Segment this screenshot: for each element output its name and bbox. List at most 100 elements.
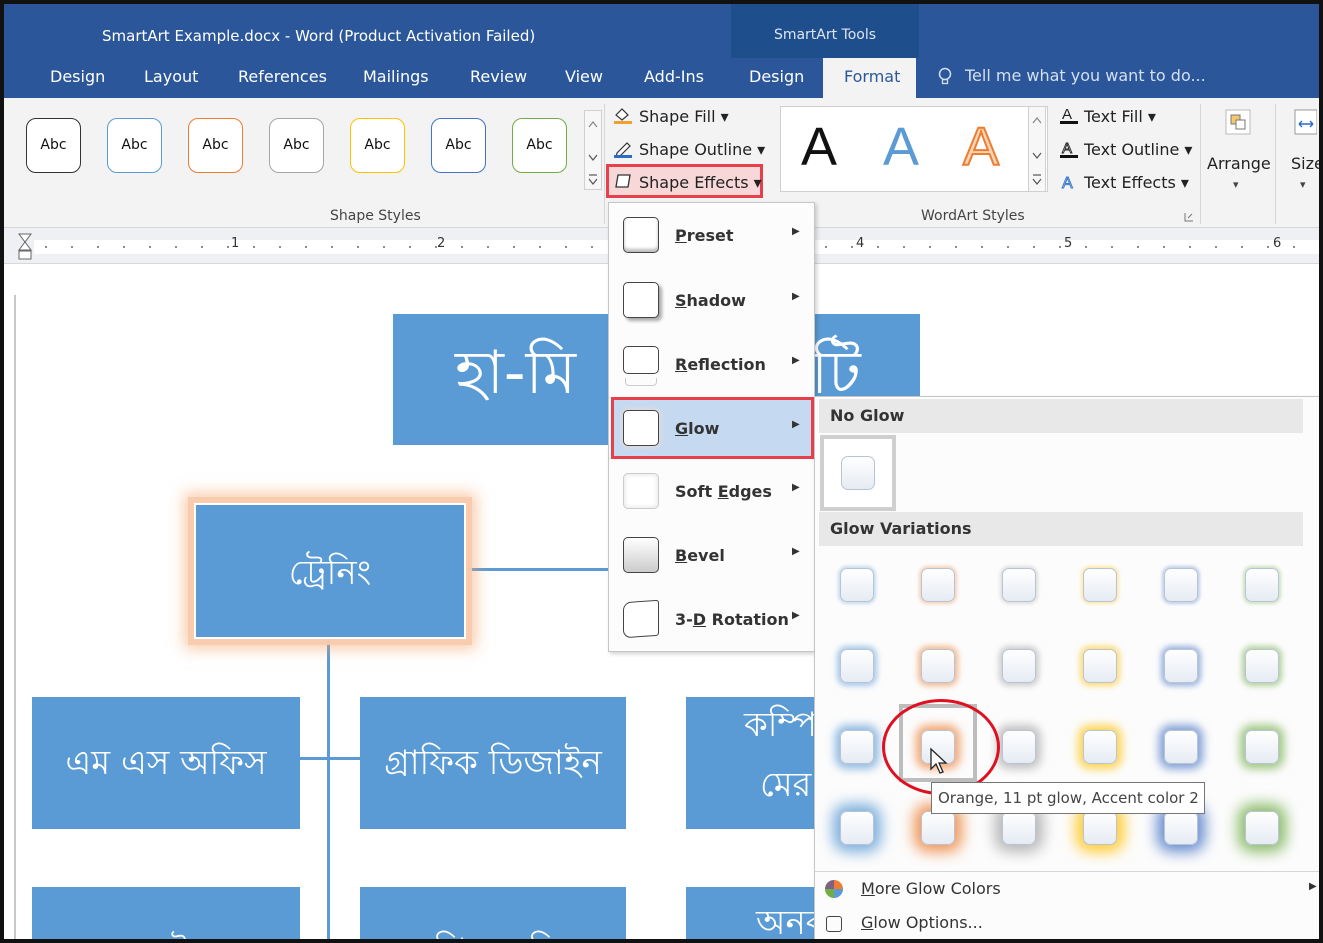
- glow-variation-option[interactable]: [837, 808, 877, 848]
- tab-format[interactable]: Format: [844, 67, 900, 86]
- glow-variation-option[interactable]: [1080, 727, 1120, 767]
- glow-variation-option[interactable]: [1161, 646, 1201, 686]
- ruler-number: 5: [1064, 236, 1073, 251]
- mouse-cursor-icon: [930, 747, 948, 774]
- tab-review[interactable]: Review: [470, 67, 527, 86]
- dialog-launcher-icon[interactable]: [1184, 212, 1194, 222]
- word-window: SmartArt Example.docx - Word (Product Ac…: [0, 0, 1323, 943]
- glow-variation-option[interactable]: [1242, 727, 1282, 767]
- smartart-training-node[interactable]: ট্রেনিং: [194, 503, 466, 639]
- svg-text:A: A: [1062, 140, 1072, 157]
- smartart-child-node[interactable]: অনব: [686, 887, 814, 939]
- gallery-arrows-icon: [588, 121, 598, 185]
- glow-icon: [623, 410, 659, 446]
- glow-variation-option[interactable]: [1080, 646, 1120, 686]
- shape-outline-button[interactable]: Shape Outline ▾: [639, 140, 765, 159]
- glow-variation-option[interactable]: [918, 646, 958, 686]
- glow-variation-option[interactable]: [999, 646, 1039, 686]
- glow-variation-option[interactable]: [918, 808, 958, 848]
- glow-variation-option[interactable]: [837, 565, 877, 605]
- tab-mailings[interactable]: Mailings: [363, 67, 429, 86]
- wordart-style-black[interactable]: A: [801, 117, 837, 177]
- menu-item-soft-edges[interactable]: Soft Edges ▶: [609, 461, 814, 521]
- text-outline-icon: A: [1060, 140, 1078, 158]
- ruler-number: 6: [1273, 236, 1282, 251]
- glow-variation-option[interactable]: [918, 565, 958, 605]
- text-effects-button[interactable]: Text Effects ▾: [1084, 173, 1189, 192]
- ruler-number: 4: [856, 236, 865, 251]
- menu-item-preset[interactable]: Preset ▶: [609, 205, 814, 265]
- submenu-arrow-icon: ▶: [792, 419, 800, 430]
- arrange-button[interactable]: Arrange: [1207, 154, 1271, 173]
- arrange-dropdown-arrow: ▾: [1233, 178, 1239, 191]
- wordart-gallery-scroll[interactable]: [1028, 106, 1046, 192]
- tab-add-ins[interactable]: Add-Ins: [644, 67, 704, 86]
- tab-references[interactable]: References: [238, 67, 327, 86]
- indent-marker-icon[interactable]: [18, 232, 32, 262]
- smartart-child-node[interactable]: এসইও: [32, 887, 300, 939]
- smartart-child-node[interactable]: গ্রাফিক ডিজাইন: [360, 697, 626, 829]
- glow-variation-option[interactable]: [1161, 808, 1201, 848]
- glow-variation-option[interactable]: [999, 727, 1039, 767]
- svg-text:A: A: [1062, 106, 1072, 123]
- glow-variation-option[interactable]: [1161, 565, 1201, 605]
- glow-variation-option[interactable]: [1242, 808, 1282, 848]
- shape-style-swatch[interactable]: Abc: [431, 118, 486, 173]
- menu-item-glow[interactable]: Glow ▶: [609, 398, 814, 458]
- tab-layout[interactable]: Layout: [144, 67, 198, 86]
- glow-options-item[interactable]: Glow Options...: [861, 913, 983, 932]
- glow-variation-option[interactable]: [1080, 565, 1120, 605]
- wordart-style-orange[interactable]: A: [962, 116, 1000, 178]
- glow-variation-option[interactable]: [1161, 727, 1201, 767]
- shape-style-swatch[interactable]: Abc: [512, 118, 567, 173]
- shape-style-swatch[interactable]: Abc: [188, 118, 243, 173]
- svg-text:A: A: [1062, 175, 1073, 191]
- menu-item-shadow[interactable]: Shadow ▶: [609, 270, 814, 330]
- shape-style-swatch[interactable]: Abc: [107, 118, 162, 173]
- shape-style-swatch[interactable]: Abc: [26, 118, 81, 173]
- shape-fill-button[interactable]: Shape Fill ▾: [639, 107, 729, 126]
- paint-bucket-icon: [614, 108, 632, 124]
- tab-smartart-design[interactable]: Design: [749, 67, 804, 86]
- lightbulb-icon: [938, 67, 952, 85]
- tab-design[interactable]: Design: [50, 67, 105, 86]
- no-glow-swatch: [841, 456, 875, 490]
- menu-item-bevel[interactable]: Bevel ▶: [609, 525, 814, 585]
- text-fill-button[interactable]: Text Fill ▾: [1084, 107, 1156, 126]
- glow-variation-option[interactable]: [837, 646, 877, 686]
- more-glow-colors-item[interactable]: More Glow Colors: [861, 879, 1001, 898]
- reflection-icon: [623, 346, 659, 374]
- glow-variation-option[interactable]: [1080, 808, 1120, 848]
- submenu-arrow-icon: ▶: [792, 482, 800, 493]
- no-glow-option[interactable]: [820, 435, 896, 511]
- glow-options-rest: low Options...: [873, 913, 983, 932]
- ruler-number: 2: [437, 236, 446, 251]
- title-bar: SmartArt Example.docx - Word (Product Ac…: [4, 4, 1319, 58]
- glow-variation-option[interactable]: [1242, 646, 1282, 686]
- smartart-child-node[interactable]: পি এলসি: [360, 887, 626, 939]
- tell-me-search[interactable]: Tell me what you want to do...: [965, 66, 1206, 85]
- size-button[interactable]: Size: [1291, 154, 1319, 173]
- shape-effects-button[interactable]: Shape Effects ▾: [639, 173, 762, 192]
- wordart-style-blue[interactable]: A: [883, 117, 919, 177]
- glow-variation-option[interactable]: [999, 565, 1039, 605]
- context-group-title: SmartArt Tools: [773, 27, 877, 43]
- submenu-arrow-icon: ▶: [792, 226, 800, 237]
- glow-variation-option[interactable]: [1242, 565, 1282, 605]
- menu-item-3d-rotation[interactable]: 3-D Rotation ▶: [609, 589, 814, 649]
- smartart-child-node[interactable]: এম এস অফিস: [32, 697, 300, 829]
- shape-style-swatch[interactable]: Abc: [269, 118, 324, 173]
- text-outline-button[interactable]: Text Outline ▾: [1084, 140, 1192, 159]
- tab-view[interactable]: View: [565, 67, 603, 86]
- glow-submenu: No Glow Glow Variations Orange, 11 pt gl…: [814, 396, 1319, 939]
- shape-styles-gallery-scroll[interactable]: [584, 110, 602, 190]
- glow-variation-option[interactable]: [837, 727, 877, 767]
- submenu-arrow-icon: ▶: [792, 546, 800, 557]
- wordart-gallery[interactable]: A A A: [780, 106, 1048, 192]
- gallery-arrows-icon: [1032, 117, 1042, 185]
- smartart-child-node[interactable]: কম্পি মের: [686, 697, 817, 829]
- shape-style-swatch[interactable]: Abc: [350, 118, 405, 173]
- glow-variation-option[interactable]: [999, 808, 1039, 848]
- menu-item-reflection[interactable]: Reflection ▶: [609, 334, 814, 394]
- color-wheel-icon: [825, 880, 843, 898]
